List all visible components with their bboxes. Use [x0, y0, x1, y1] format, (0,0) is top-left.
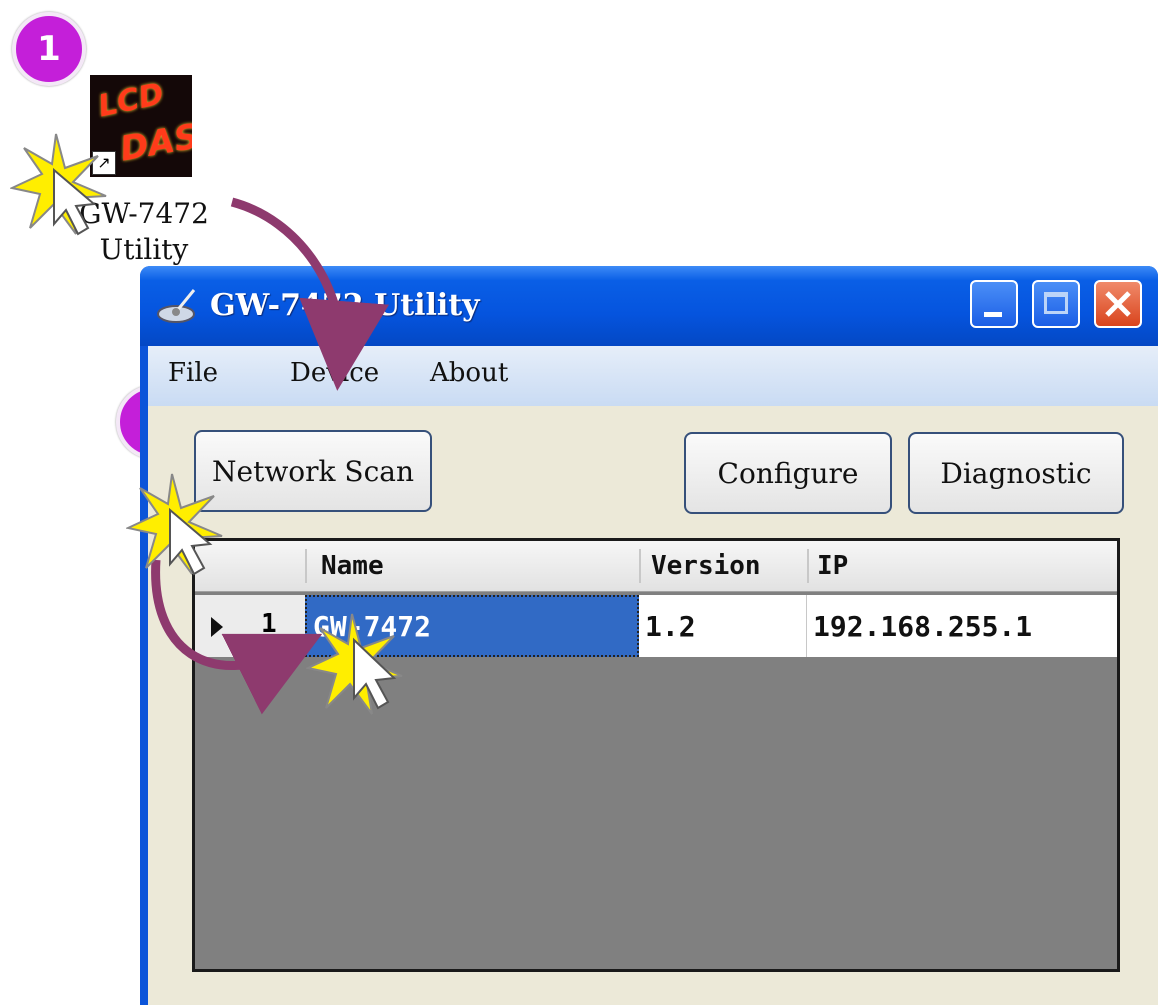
arrow-step1-to-device-menu — [230, 197, 389, 391]
click-burst-icon — [10, 133, 107, 236]
click-burst-icon — [126, 473, 223, 576]
click-burst-icon — [306, 613, 403, 715]
